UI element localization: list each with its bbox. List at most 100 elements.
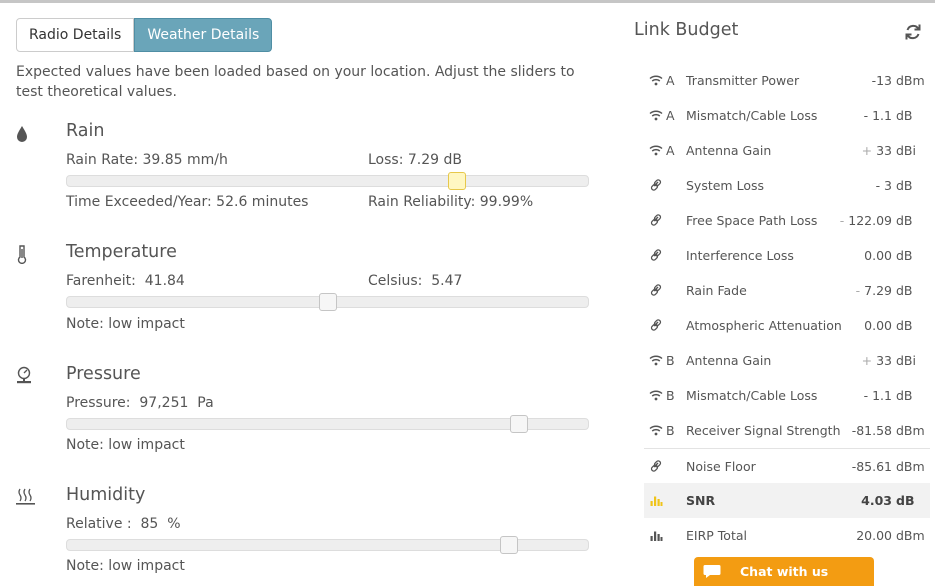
link-budget-number: - 1.1 (863, 388, 892, 403)
link-budget-sign: - (839, 213, 845, 228)
tab-radio-details[interactable]: Radio Details (16, 18, 135, 52)
link-budget-number: -85.61 (851, 459, 892, 474)
link-budget-unit: dBi (896, 353, 916, 368)
bar-chart-icon (650, 496, 663, 506)
rain-loss: Loss: 7.29 dB (368, 152, 462, 168)
pressure-note: Note: low impact (66, 437, 185, 453)
link-budget-unit: dB (896, 283, 913, 298)
humidity-note: Note: low impact (66, 558, 185, 574)
pressure-slider-handle[interactable] (510, 415, 529, 433)
refresh-icon[interactable] (903, 22, 923, 42)
details-tabs: Radio Details Weather Details (16, 18, 273, 52)
link-budget-row: Atmospheric Attenuation 0.00 dB (644, 308, 930, 343)
rain-slider[interactable] (66, 172, 589, 190)
link-budget-unit: dBm (896, 459, 925, 474)
link-budget-number: -13 (871, 73, 892, 88)
link-budget-label: Rain Fade (686, 283, 747, 298)
link-icon (650, 460, 662, 472)
link-budget-title: Link Budget (634, 20, 739, 40)
link-budget-row: Free Space Path Loss - 122.09 dB (644, 203, 930, 238)
link-budget-value: - 122.09 (840, 213, 892, 228)
thermometer-icon (17, 245, 27, 264)
link-budget-unit: dB (896, 388, 913, 403)
intro-text: Expected values have been loaded based o… (16, 64, 575, 100)
link-budget-sign: + (861, 143, 873, 158)
humidity-section: Humidity Relative : 85 % Note: low impac… (0, 485, 600, 586)
link-budget-row: A Antenna Gain + 33 dBi (644, 133, 930, 168)
humidity-slider[interactable] (66, 536, 589, 554)
temperature-slider-handle[interactable] (318, 293, 337, 311)
link-budget-value: + 33 (862, 353, 892, 368)
link-budget-sign: - (855, 283, 861, 298)
rain-time-exceeded: Time Exceeded/Year: 52.6 minutes (66, 194, 309, 210)
link-budget-unit: dBm (896, 528, 925, 543)
humidity-slider-handle[interactable] (500, 536, 519, 554)
temperature-fahrenheit: Farenheit: 41.84 (66, 273, 185, 289)
link-budget-label: Mismatch/Cable Loss (686, 388, 818, 403)
link-budget-unit: dB (896, 178, 913, 193)
link-budget-sign: + (861, 353, 873, 368)
link-budget-row: B Mismatch/Cable Loss - 1.1 dB (644, 378, 930, 413)
link-budget-unit: dB (896, 213, 913, 228)
link-budget-number: 20.00 (856, 528, 892, 543)
link-icon (650, 179, 662, 191)
drop-icon (17, 126, 27, 142)
link-budget-number: 33 (876, 143, 892, 158)
link-budget-value: - 1.1 (864, 108, 892, 123)
link-budget-number: 0.00 (864, 318, 892, 333)
link-budget-unit: dB (896, 493, 915, 508)
pressure-title: Pressure (66, 364, 141, 384)
link-budget-label: SNR (686, 493, 716, 508)
bar-chart-icon (650, 531, 663, 541)
link-icon (650, 249, 662, 261)
link-budget-value: - 1.1 (864, 388, 892, 403)
wifi-icon (649, 355, 663, 366)
chat-button[interactable]: Chat with us (694, 557, 874, 586)
link-budget-value: 0.00 (864, 318, 892, 333)
tab-weather-details[interactable]: Weather Details (134, 18, 273, 52)
rain-slider-handle[interactable] (448, 172, 467, 190)
link-icon (650, 214, 662, 226)
rain-section: Rain Rain Rate: 39.85 mm/h Loss: 7.29 dB… (0, 121, 600, 233)
link-budget-label: Free Space Path Loss (686, 213, 818, 228)
link-budget-number: 122.09 (848, 213, 892, 228)
pressure-value: Pressure: 97,251 Pa (66, 395, 214, 411)
link-budget-number: 4.03 (861, 493, 892, 508)
pressure-slider[interactable] (66, 415, 589, 433)
link-budget-row: EIRP Total 20.00 dBm (644, 518, 930, 553)
link-budget-value: 20.00 (856, 528, 892, 543)
rain-title: Rain (66, 121, 105, 141)
link-side-label: A (666, 73, 675, 88)
wifi-icon (649, 75, 663, 86)
link-budget-row: System Loss - 3 dB (644, 168, 930, 203)
link-budget-value: -85.61 (852, 459, 892, 474)
link-side-label: B (666, 423, 675, 438)
link-budget-row: A Mismatch/Cable Loss - 1.1 dB (644, 98, 930, 133)
link-side-label: B (666, 353, 675, 368)
top-border (0, 0, 935, 3)
link-budget-unit: dBm (896, 73, 925, 88)
link-budget-value: - 3 (876, 178, 892, 193)
link-side-label: B (666, 388, 675, 403)
humidity-icon (16, 488, 35, 505)
link-icon (650, 319, 662, 331)
rain-reliability: Rain Reliability: 99.99% (368, 194, 534, 210)
link-budget-label: Mismatch/Cable Loss (686, 108, 818, 123)
wifi-icon (649, 425, 663, 436)
link-budget-row: A Transmitter Power -13 dBm (644, 63, 930, 98)
link-side-label: A (666, 143, 675, 158)
temperature-slider[interactable] (66, 293, 589, 311)
link-budget-value: -81.58 (852, 423, 892, 438)
temperature-section: Temperature Farenheit: 41.84 Celsius: 5.… (0, 242, 600, 354)
link-budget-row: B Antenna Gain + 33 dBi (644, 343, 930, 378)
link-budget-unit: dBi (896, 143, 916, 158)
link-budget-number: 7.29 (864, 283, 892, 298)
link-budget-row: Rain Fade - 7.29 dB (644, 273, 930, 308)
link-side-label: A (666, 108, 675, 123)
temperature-title: Temperature (66, 242, 177, 262)
link-budget-label: Antenna Gain (686, 143, 772, 158)
link-budget-unit: dB (896, 318, 913, 333)
humidity-value: Relative : 85 % (66, 516, 181, 532)
link-budget-row: SNR 4.03 dB (644, 483, 930, 518)
link-budget-row: B Receiver Signal Strength -81.58 dBm (644, 413, 930, 448)
